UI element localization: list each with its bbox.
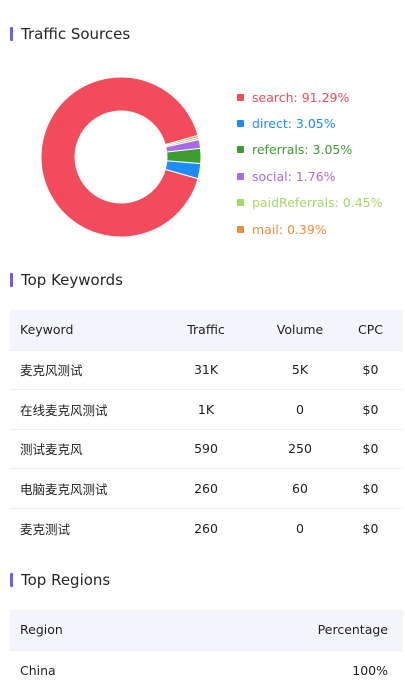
- table-row: 测试麦克风 590 250 $0: [10, 428, 403, 469]
- legend-item-direct[interactable]: direct: 3.05%: [237, 110, 383, 136]
- legend-item-mail[interactable]: mail: 0.39%: [237, 216, 383, 242]
- traffic-cell: 31K: [150, 349, 262, 390]
- top-regions-heading: Top Regions: [10, 571, 110, 589]
- traffic-cell: 260: [150, 507, 262, 548]
- traffic-sources-title: Traffic Sources: [21, 25, 131, 43]
- top-regions-title: Top Regions: [21, 571, 111, 589]
- top-keywords-title: Top Keywords: [21, 271, 123, 289]
- keyword-cell: 测试麦克风: [10, 428, 150, 469]
- legend-label: mail: 0.39%: [252, 221, 327, 237]
- keywords-header-row: Keyword Traffic Volume CPC: [10, 310, 403, 350]
- table-row: China 100%: [10, 649, 403, 684]
- col-header-percentage: Percentage: [260, 610, 403, 650]
- traffic-cell: 260: [150, 468, 262, 508]
- legend-swatch: [237, 199, 244, 207]
- traffic-cell: 1K: [150, 389, 262, 429]
- legend-swatch: [237, 93, 244, 101]
- legend-label: paidReferrals: 0.45%: [252, 195, 383, 211]
- legend-label: direct: 3.05%: [252, 116, 336, 132]
- cpc-cell: $0: [338, 389, 403, 429]
- col-header-cpc: CPC: [338, 310, 403, 350]
- legend-swatch: [237, 225, 244, 233]
- legend-item-referrals[interactable]: referrals: 3.05%: [237, 137, 383, 163]
- legend-item-search[interactable]: search: 91.29%: [237, 84, 383, 110]
- legend-swatch: [237, 120, 244, 128]
- region-cell: China: [10, 649, 260, 684]
- volume-cell: 250: [262, 428, 338, 469]
- heading-accent-bar: [10, 27, 13, 41]
- col-header-region: Region: [10, 610, 260, 650]
- volume-cell: 5K: [262, 349, 338, 390]
- col-header-traffic: Traffic: [150, 310, 262, 350]
- cpc-cell: $0: [338, 468, 403, 508]
- col-header-keyword: Keyword: [10, 310, 150, 350]
- cpc-cell: $0: [338, 428, 403, 469]
- cpc-cell: $0: [338, 507, 403, 548]
- legend-label: referrals: 3.05%: [252, 142, 353, 158]
- volume-cell: 0: [262, 507, 338, 548]
- legend-item-paidReferrals[interactable]: paidReferrals: 0.45%: [237, 190, 383, 216]
- legend-item-social[interactable]: social: 1.76%: [237, 163, 383, 189]
- heading-accent-bar: [10, 573, 13, 587]
- col-header-volume: Volume: [262, 310, 338, 350]
- top-keywords-heading: Top Keywords: [10, 271, 123, 289]
- table-row: 电脑麦克风测试 260 60 $0: [10, 468, 403, 508]
- keyword-cell: 在线麦克风测试: [10, 389, 150, 429]
- legend-label: social: 1.76%: [252, 168, 336, 184]
- keyword-cell: 麦克测试: [10, 507, 150, 548]
- traffic-donut-chart: [40, 76, 202, 238]
- table-row: 麦克测试 260 0 $0: [10, 507, 403, 548]
- percentage-cell: 100%: [260, 649, 403, 684]
- table-row: 在线麦克风测试 1K 0 $0: [10, 389, 403, 429]
- cpc-cell: $0: [338, 349, 403, 390]
- table-row: 麦克风测试 31K 5K $0: [10, 349, 403, 390]
- legend-swatch: [237, 172, 244, 180]
- keywords-table: Keyword Traffic Volume CPC 麦克风测试 31K 5K …: [10, 310, 403, 548]
- regions-header-row: Region Percentage: [10, 610, 403, 650]
- traffic-sources-heading: Traffic Sources: [10, 25, 130, 43]
- heading-accent-bar: [10, 273, 13, 287]
- traffic-cell: 590: [150, 428, 262, 469]
- keyword-cell: 电脑麦克风测试: [10, 468, 150, 508]
- regions-table: Region Percentage China 100%: [10, 610, 403, 684]
- legend-swatch: [237, 146, 244, 154]
- keyword-cell: 麦克风测试: [10, 349, 150, 390]
- traffic-legend: search: 91.29% direct: 3.05% referrals: 3.…: [237, 84, 383, 242]
- volume-cell: 0: [262, 389, 338, 429]
- volume-cell: 60: [262, 468, 338, 508]
- legend-label: search: 91.29%: [252, 89, 350, 105]
